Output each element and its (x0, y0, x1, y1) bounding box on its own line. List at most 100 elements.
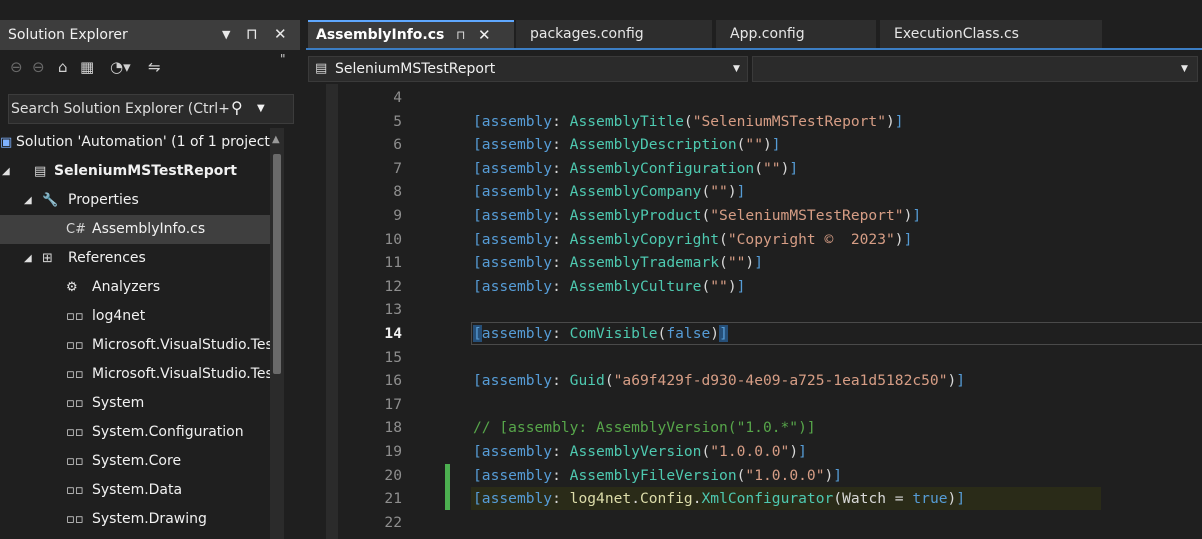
reference-icon: ▫▫ (66, 338, 84, 353)
line-number: 21 (384, 490, 402, 508)
navigation-bar: ▤ SeleniumMSTestReport ▼ ▼ (306, 52, 1202, 84)
code-line[interactable]: 11 [assembly: AssemblyTrademark("")] (306, 251, 1202, 274)
tree-item[interactable]: ▫▫ System.Drawing (0, 505, 270, 534)
reference-icon: ▫▫ (66, 425, 84, 440)
tree-item[interactable]: ▫▫ System.Data (0, 476, 270, 505)
code-token: assembly (481, 277, 553, 295)
overflow-icon[interactable]: " (280, 52, 286, 66)
back-icon[interactable]: ⊖ (10, 58, 23, 76)
csharp-file-icon: C# (66, 222, 86, 237)
home-icon[interactable]: ⌂ (58, 58, 68, 76)
sync-icon[interactable]: ⇋ (148, 58, 161, 76)
code-line[interactable]: 18 // [assembly: AssemblyVersion("1.0.*")… (306, 416, 1202, 439)
search-icon[interactable]: ⚲ (231, 98, 243, 117)
tree-item-label: System.Data (92, 482, 183, 498)
code-token: ] (736, 183, 746, 201)
current-code-line[interactable]: 14 [assembly: ComVisible(false)] (306, 322, 1202, 345)
tab-assemblyinfo-cs[interactable]: AssemblyInfo.cs ⊓ ✕ (308, 20, 514, 48)
code-line[interactable]: 5 [assembly: AssemblyTitle("SeleniumMSTes… (306, 110, 1202, 133)
change-indicator (445, 463, 450, 487)
code-token: assembly (481, 466, 553, 484)
code-line[interactable]: 6 [assembly: AssemblyDescription("")] (306, 133, 1202, 156)
scroll-up-icon[interactable]: ▲ (272, 134, 280, 145)
code-line[interactable]: 7 [assembly: AssemblyConfiguration("")] (306, 157, 1202, 180)
code-line[interactable]: 8 [assembly: AssemblyCompany("")] (306, 180, 1202, 203)
switch-views-icon[interactable]: ▦ (80, 58, 94, 76)
pin-icon[interactable]: ⊓ (246, 25, 258, 43)
code-line[interactable]: 4 (306, 86, 1202, 109)
code-line[interactable]: 15 (306, 346, 1202, 369)
code-token: [ (473, 207, 482, 224)
tab-packages-config[interactable]: packages.config (516, 20, 712, 48)
scrollbar-thumb[interactable] (273, 154, 281, 374)
tab-label: AssemblyInfo.cs (316, 27, 445, 43)
code-token: assembly (481, 112, 553, 130)
tree-item[interactable]: ◢ ▤ SeleniumMSTestReport (0, 157, 270, 186)
close-icon[interactable]: ✕ (478, 22, 491, 48)
solution-icon: ▣ (0, 135, 13, 150)
code-text: [assembly: AssemblyVersion("1.0.0.0")] (473, 440, 807, 463)
tree-item[interactable]: ▣ Solution 'Automation' (1 of 1 project) (0, 128, 270, 157)
forward-icon[interactable]: ⊖ (32, 58, 45, 76)
tree-item[interactable]: ◢ 🔧 Properties (0, 186, 270, 215)
line-number: 22 (384, 513, 402, 531)
reference-icon: ▫▫ (66, 309, 84, 324)
window-position-dropdown-icon[interactable]: ▼ (222, 28, 230, 41)
code-token: assembly (481, 136, 553, 154)
code-line[interactable]: 12 [assembly: AssemblyCulture("")] (306, 275, 1202, 298)
code-text: [assembly: AssemblyCopyright("Copyright … (473, 228, 912, 251)
code-line[interactable]: 16 [assembly: Guid("a69f429f-d930-4e09-a7… (306, 369, 1202, 392)
close-icon[interactable]: ✕ (274, 25, 287, 43)
code-token: [ (473, 490, 482, 508)
expand-caret-icon[interactable]: ◢ (2, 157, 10, 186)
code-editor[interactable]: 4 5 [assembly: AssemblyTitle("SeleniumMSTe… (306, 84, 1202, 539)
tab-app-config[interactable]: App.config (716, 20, 876, 48)
tree-item[interactable]: C# AssemblyInfo.cs (0, 215, 270, 244)
tree-item[interactable]: ▫▫ System.Configuration (0, 418, 270, 447)
expand-caret-icon[interactable]: ◢ (24, 186, 32, 215)
code-line[interactable]: 13 (306, 298, 1202, 321)
line-number: 15 (384, 348, 402, 366)
code-token: : (552, 183, 570, 201)
code-token: "1.0.0.0" (745, 466, 825, 484)
tree-item[interactable]: ▫▫ log4net (0, 302, 270, 331)
code-line[interactable]: 19 [assembly: AssemblyVersion("1.0.0.0")] (306, 440, 1202, 463)
code-token: "SeleniumMSTestReport" (710, 207, 904, 224)
code-token: : (552, 159, 570, 177)
line-number: 13 (384, 301, 402, 319)
tree-item-label: AssemblyInfo.cs (92, 221, 206, 237)
code-token: AssemblyDescription (569, 136, 737, 154)
document-tabs: AssemblyInfo.cs ⊓ ✕ packages.config App.conf… (306, 20, 1202, 50)
tree-item[interactable]: ▫▫ System.Core (0, 447, 270, 476)
code-token: ] (956, 372, 966, 390)
reference-icon: ▫▫ (66, 454, 84, 469)
pending-changes-icon[interactable]: ◔▾ (110, 58, 131, 76)
project-dropdown[interactable]: ▤ SeleniumMSTestReport ▼ (308, 56, 748, 82)
code-line[interactable]: 21 [assembly: log4net.Config.XmlConfigura… (306, 487, 1202, 511)
code-text: [assembly: AssemblyCompany("")] (473, 180, 745, 203)
solution-tree-scrollbar[interactable]: ▲ (270, 128, 284, 539)
code-line[interactable]: 10 [assembly: AssemblyCopyright("Copyrigh… (306, 228, 1202, 251)
tab-executionclass-cs[interactable]: ExecutionClass.cs (880, 20, 1102, 48)
code-line[interactable]: 20 [assembly: AssemblyFileVersion("1.0.0.… (306, 463, 1202, 487)
line-number: 5 (393, 112, 402, 130)
search-solution-explorer-input[interactable]: Search Solution Explorer (Ctrl+;) ⚲ ▼ (8, 94, 294, 124)
code-token: "" (710, 183, 728, 201)
code-line[interactable]: 17 (306, 393, 1202, 416)
code-token: [ (473, 230, 482, 248)
member-dropdown[interactable]: ▼ (752, 56, 1198, 82)
panel-title: Solution Explorer (8, 27, 128, 43)
code-text: // [assembly: AssemblyVersion("1.0.*")] (473, 416, 816, 439)
tree-item[interactable]: ▫▫ System (0, 389, 270, 418)
code-line[interactable]: 9 [assembly: AssemblyProduct("SeleniumMST… (306, 204, 1202, 227)
tree-item[interactable]: ⚙ Analyzers (0, 273, 270, 302)
tree-item[interactable]: ▫▫ Microsoft.VisualStudio.TestPlatform.Te… (0, 331, 270, 360)
code-line[interactable]: 22 (306, 511, 1202, 534)
tree-item[interactable]: ▫▫ Microsoft.VisualStudio.TestPlatform.Te… (0, 360, 270, 389)
expand-caret-icon[interactable]: ◢ (24, 244, 32, 273)
tree-item[interactable]: ◢ ⊞ References (0, 244, 270, 273)
line-number: 14 (384, 325, 402, 342)
code-token: ) (710, 325, 720, 342)
pin-icon[interactable]: ⊓ (456, 22, 465, 48)
search-options-icon[interactable]: ▼ (257, 103, 265, 114)
